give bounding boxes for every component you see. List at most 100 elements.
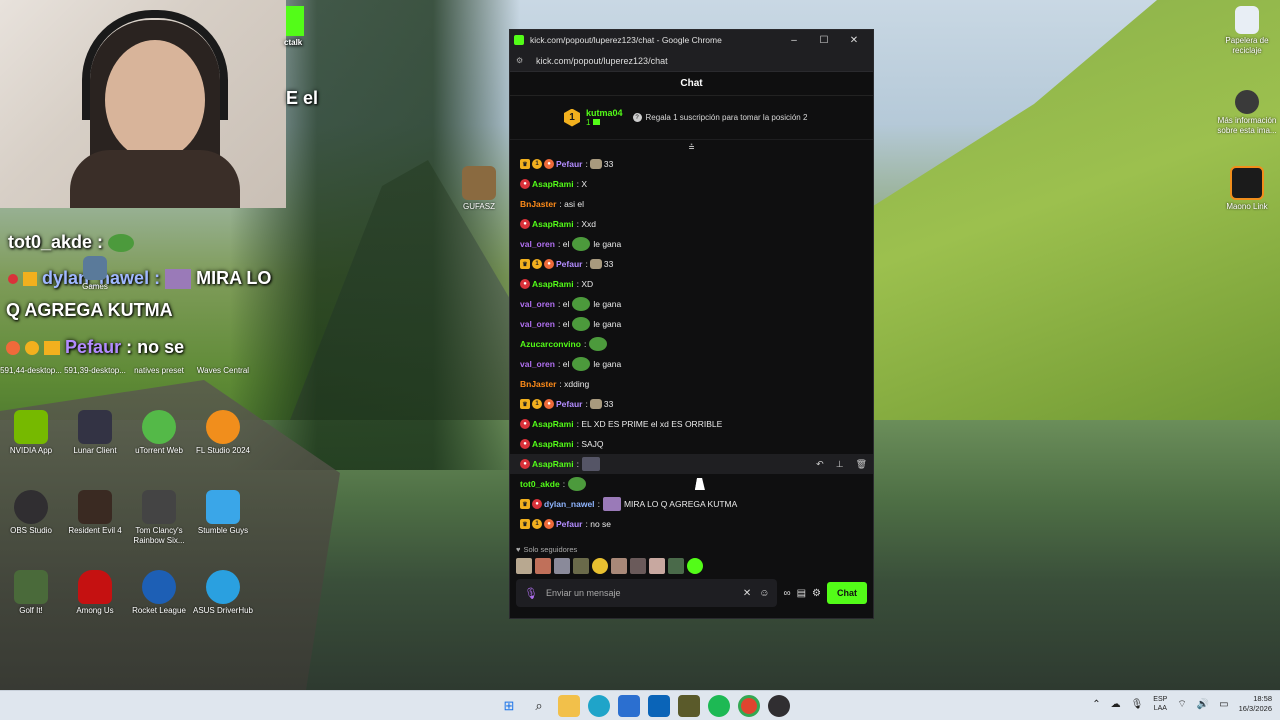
desktop-icon-desktop-file-2[interactable]: 591,39-desktop... (60, 330, 130, 376)
edge-browser-icon[interactable] (588, 695, 610, 717)
chat-username[interactable]: AsapRami (532, 179, 574, 189)
chat-username[interactable]: AsapRami (532, 419, 574, 429)
chat-username[interactable]: val_oren (520, 359, 555, 369)
desktop-icon-among-us[interactable]: Among Us (60, 570, 130, 616)
chat-username[interactable]: BnJaster (520, 379, 556, 389)
spotify-icon[interactable] (708, 695, 730, 717)
desktop-icon-natives-preset[interactable]: natives preset (124, 330, 194, 376)
desktop-icon-games[interactable]: Games (60, 256, 130, 292)
chat-username[interactable]: AsapRami (532, 439, 574, 449)
chat-message-hovered[interactable]: ● AsapRami : ↶ ⊥ 🗑 (510, 454, 873, 474)
desktop-icon-golf-it[interactable]: Golf It! (0, 570, 66, 616)
verified-badge-icon: ● (544, 399, 554, 409)
reply-icon[interactable]: ↶ (816, 459, 824, 470)
scroll-pause-icon[interactable]: ⩮ (510, 140, 873, 154)
language-indicator[interactable]: ESP LAA (1153, 695, 1167, 713)
desktop-icon-fl-studio[interactable]: FL Studio 2024 (188, 410, 258, 456)
store-icon[interactable] (618, 695, 640, 717)
send-chat-button[interactable]: Chat (827, 582, 867, 604)
file-explorer-icon[interactable] (558, 695, 580, 717)
desktop-icon-maono-link[interactable]: Maono Link (1212, 166, 1280, 212)
chat-separator: : (576, 419, 579, 429)
clock[interactable]: 18:58 16/3/2026 (1239, 694, 1272, 714)
close-button[interactable]: ✕ (839, 35, 869, 46)
window-titlebar[interactable]: kick.com/popout/luperez123/chat - Google… (510, 30, 873, 50)
chat-username[interactable]: val_oren (520, 239, 555, 249)
microphone-icon[interactable]: 🎙 (524, 587, 538, 600)
kick-logo-partial (286, 6, 304, 36)
emote-icon[interactable] (554, 558, 570, 574)
store-icon[interactable]: ▤ (797, 588, 806, 599)
chat-input-container[interactable]: 🎙 ✕ ☺ (516, 579, 778, 607)
volume-icon[interactable]: 🔊 (1197, 699, 1209, 710)
desktop-icon-desktop-file-1[interactable]: 591,44-desktop... (0, 330, 66, 376)
maximize-button[interactable]: ☐ (809, 35, 839, 46)
minimize-button[interactable]: – (779, 35, 809, 46)
show-hidden-icons-chevron-icon[interactable]: ⌃ (1092, 699, 1100, 710)
chat-username[interactable]: dylan_nawel (544, 499, 595, 509)
microphone-tray-icon[interactable]: 🎙 (1131, 699, 1144, 710)
chat-username[interactable]: tot0_akde (520, 479, 560, 489)
desktop-icon-asus-driverhub[interactable]: ASUS DriverHub (188, 570, 258, 616)
start-button-windows-icon[interactable]: ⊞ (498, 695, 520, 717)
desktop-icon-rainbow-six[interactable]: Tom Clancy's Rainbow Six... (124, 490, 194, 546)
site-settings-icon[interactable]: ⚙ (516, 56, 528, 65)
chat-message-input[interactable] (545, 588, 735, 598)
delete-icon[interactable]: 🗑 (856, 459, 867, 470)
emote-icon[interactable] (668, 558, 684, 574)
leader-count: 1 (586, 118, 623, 127)
gift-prompt[interactable]: Regala 1 suscripción para tomar la posic… (646, 113, 808, 122)
wifi-icon[interactable]: ⌔ (1177, 698, 1186, 711)
url-bar[interactable]: ⚙ kick.com/popout/luperez123/chat (510, 50, 873, 72)
chat-username[interactable]: AsapRami (532, 459, 574, 469)
outlook-icon[interactable] (648, 695, 670, 717)
chat-username[interactable]: Pefaur (556, 259, 582, 269)
desktop-icon-label: 591,44-desktop... (0, 366, 62, 375)
emote-icon[interactable] (592, 558, 608, 574)
network-icon[interactable]: ☁ (1111, 699, 1121, 710)
desktop-icon-obs-studio[interactable]: OBS Studio (0, 490, 66, 536)
chat-username[interactable]: AsapRami (532, 219, 574, 229)
pepe-emote-icon (572, 317, 591, 331)
desktop-icon-utorrent-web[interactable]: uTorrent Web (124, 410, 194, 456)
search-icon[interactable]: ⌕ (528, 695, 550, 717)
chat-username[interactable]: Pefaur (556, 399, 582, 409)
chat-username[interactable]: Pefaur (556, 519, 582, 529)
chrome-icon[interactable] (738, 695, 760, 717)
chat-username[interactable]: Pefaur (556, 159, 582, 169)
desktop-icon-waves-central[interactable]: Waves Central (188, 330, 258, 376)
emote-icon[interactable] (611, 558, 627, 574)
gifter-badge-icon: ● (520, 459, 530, 469)
desktop-icon-stumble-guys[interactable]: Stumble Guys (188, 490, 258, 536)
emote-icon[interactable] (649, 558, 665, 574)
game-app-icon[interactable] (678, 695, 700, 717)
chat-username[interactable]: Azucarconvino (520, 339, 581, 349)
translate-icon[interactable]: ✕ (743, 588, 751, 599)
emoji-icon[interactable]: ☺ (759, 588, 769, 599)
chat-message-list[interactable]: ♛ 1 ● Pefaur : 33 ● AsapRami : X BnJaste… (510, 154, 873, 542)
emote-icon[interactable] (573, 558, 589, 574)
obs-taskbar-icon[interactable] (768, 695, 790, 717)
emote-icon[interactable] (687, 558, 703, 574)
taskbar-apps: ⊞ ⌕ (498, 695, 790, 717)
overlay-partial-text-2: E el (286, 88, 319, 108)
desktop-icon-rocket-league[interactable]: Rocket League (124, 570, 194, 616)
pin-icon[interactable]: ⊥ (836, 459, 844, 470)
emote-icon[interactable] (516, 558, 532, 574)
infinity-icon[interactable]: ∞ (783, 588, 790, 599)
battery-icon[interactable]: ▭ (1219, 699, 1228, 710)
desktop-icon-lunar-client[interactable]: Lunar Client (60, 410, 130, 456)
chat-username[interactable]: val_oren (520, 299, 555, 309)
chat-username[interactable]: AsapRami (532, 279, 574, 289)
desktop-icon-info[interactable]: Más información sobre esta ima... (1212, 90, 1280, 136)
desktop-icon-resident-evil-4[interactable]: Resident Evil 4 (60, 490, 130, 536)
desktop-icon-gufasz[interactable]: GUFASZ (444, 166, 514, 212)
chat-username[interactable]: BnJaster (520, 199, 556, 209)
leader-name[interactable]: kutma04 (586, 108, 623, 118)
desktop-icon-nvidia-app[interactable]: NVIDIA App (0, 410, 66, 456)
emote-icon[interactable] (535, 558, 551, 574)
settings-gear-icon[interactable]: ⚙ (812, 588, 821, 599)
emote-icon[interactable] (630, 558, 646, 574)
desktop-icon-recycle-bin[interactable]: Papelera de reciclaje (1212, 6, 1280, 56)
chat-username[interactable]: val_oren (520, 319, 555, 329)
